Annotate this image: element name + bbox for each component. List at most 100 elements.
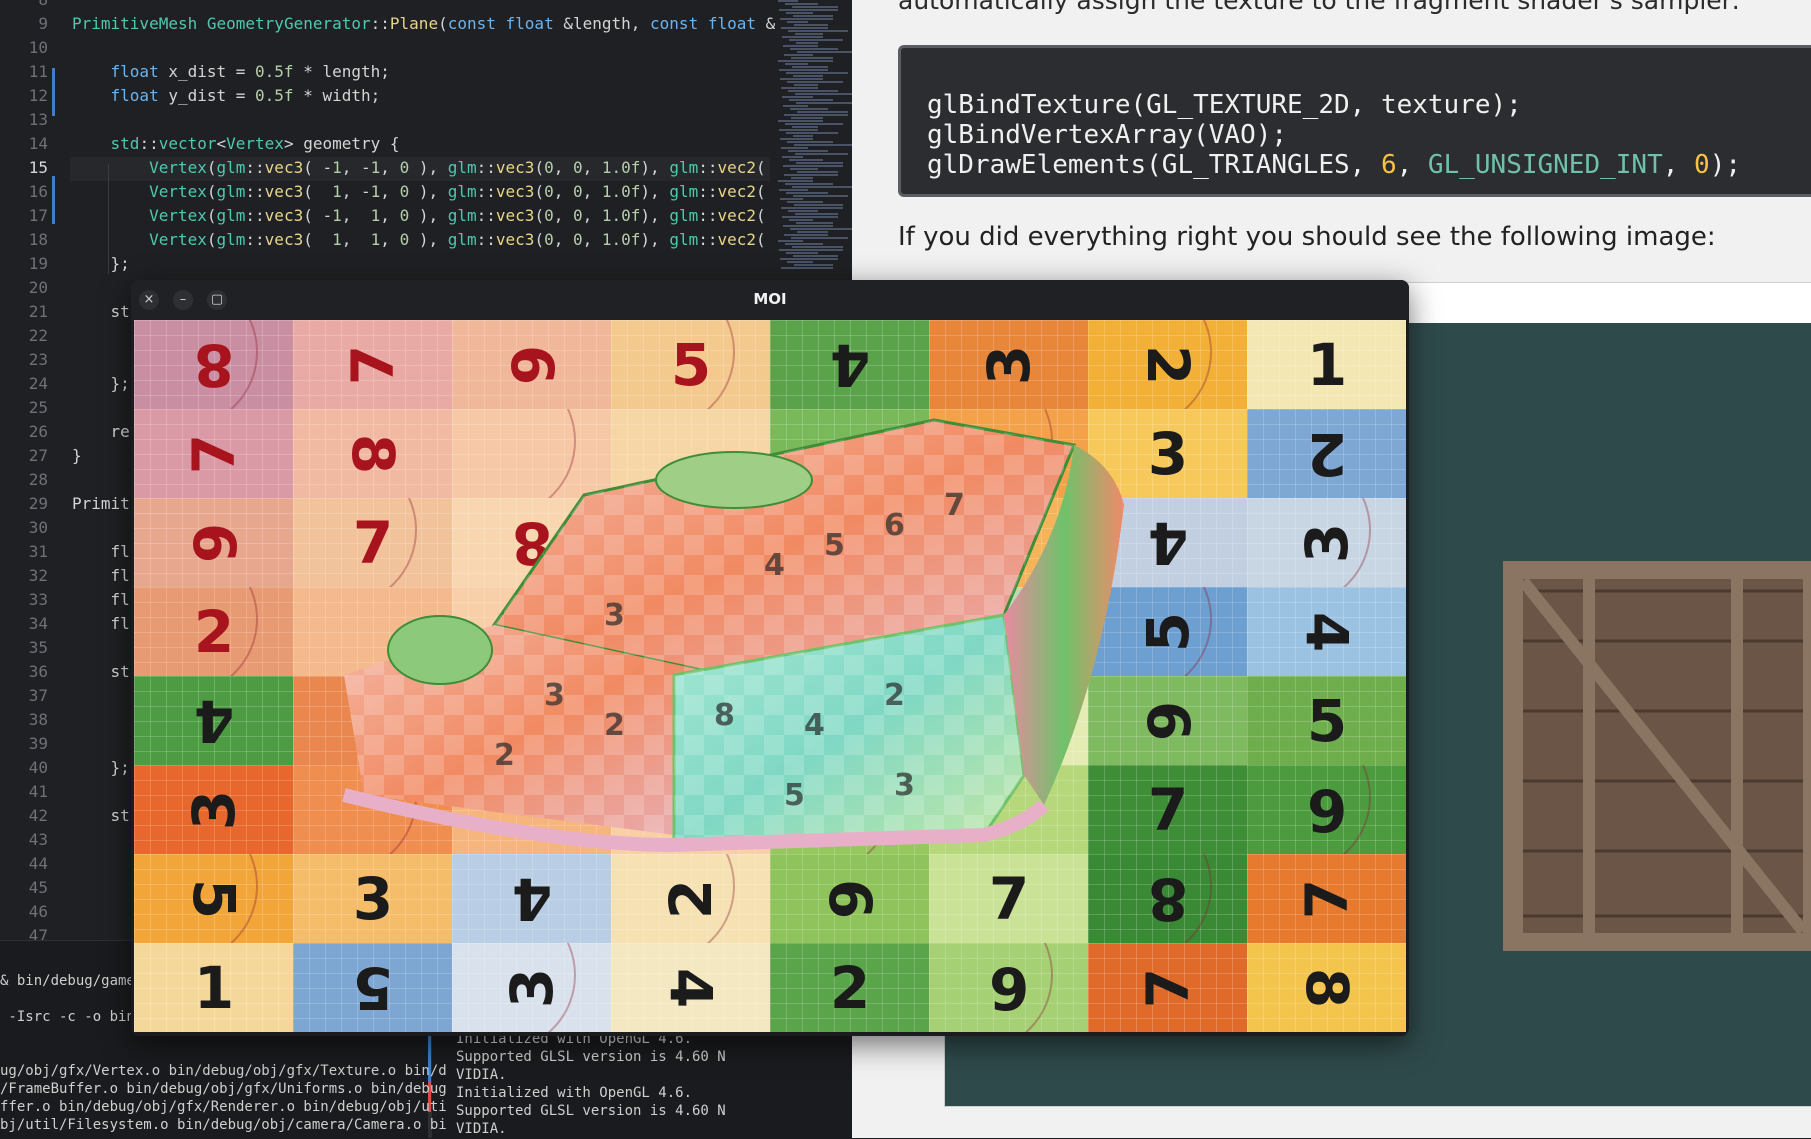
minimap-line <box>781 87 818 89</box>
texture-tile: 1 <box>134 943 293 1032</box>
doc-code-block[interactable]: glBindTexture(GL_TEXTURE_2D, texture); g… <box>898 45 1811 197</box>
minimap-line <box>781 27 828 29</box>
line-number: 25 <box>28 398 48 417</box>
minimap-line <box>779 129 818 131</box>
line-number: 40 <box>28 758 48 777</box>
code-line: float x_dist = 0.5f * length; <box>110 62 390 81</box>
svg-text:3: 3 <box>604 598 625 633</box>
window-titlebar[interactable]: × – ▢ MOI <box>131 280 1409 320</box>
texture-digit: 3 <box>498 967 566 1009</box>
line-number: 36 <box>28 662 48 681</box>
minimap-line <box>792 186 853 188</box>
minimap-line <box>789 39 843 41</box>
minimap-line <box>792 246 843 248</box>
minimap-line <box>784 114 848 116</box>
render-viewport[interactable]: 8765432178326784325446537653426787153426… <box>134 320 1406 1033</box>
doc-result-text: If you did everything right you should s… <box>898 222 1716 252</box>
line-number: 17 <box>28 206 48 225</box>
textured-3d-model: 4567 3322 8 4235 <box>342 418 1124 853</box>
minimap-line <box>789 159 823 161</box>
terminal-line: Initialized with OpenGL 4.6. <box>456 1085 693 1101</box>
terminal-line: -Isrc -c -o bin <box>0 1009 135 1025</box>
svg-text:2: 2 <box>494 738 515 773</box>
crate-texture <box>1503 561 1811 951</box>
minimap-line <box>787 21 808 23</box>
minimap-line <box>787 81 843 83</box>
terminal-line: Supported GLSL version is 4.60 N <box>456 1049 726 1065</box>
minimap-line <box>797 51 858 53</box>
svg-text:2: 2 <box>884 678 905 713</box>
minimap-line <box>795 213 838 215</box>
line-number: 18 <box>28 230 48 249</box>
texture-digit: 2 <box>829 954 871 1022</box>
texture-digit: 4 <box>1293 611 1361 653</box>
modified-lines-marker <box>52 176 55 224</box>
minimap[interactable] <box>778 0 858 280</box>
minimap-line <box>788 30 848 32</box>
texture-tile: 4 <box>611 943 770 1032</box>
minimap-line <box>791 117 823 119</box>
moi-app-window[interactable]: × – ▢ MOI 876543217832678432544653765342… <box>131 280 1409 1036</box>
code-separator: , <box>1662 150 1695 180</box>
texture-tile: 5 <box>293 943 452 1032</box>
svg-text:8: 8 <box>714 698 735 733</box>
minimap-line <box>789 219 813 221</box>
line-number: 34 <box>28 614 48 633</box>
minimap-line <box>785 63 808 65</box>
line-number: 9 <box>38 14 48 33</box>
minimap-line <box>796 162 843 164</box>
line-number: 42 <box>28 806 48 825</box>
texture-digit: 7 <box>1134 967 1202 1009</box>
terminal-line: ug/obj/gfx/Vertex.o bin/debug/obj/gfx/Te… <box>0 1063 447 1079</box>
line-number: 35 <box>28 638 48 657</box>
minimap-line <box>794 204 843 206</box>
texture-tile: 5 <box>1247 676 1406 765</box>
svg-text:7: 7 <box>944 488 965 523</box>
wooden-crate-image <box>1503 561 1811 951</box>
svg-text:2: 2 <box>604 708 625 743</box>
minimap-line <box>788 210 818 212</box>
terminal-line: ffer.o bin/debug/obj/gfx/Renderer.o bin/… <box>0 1099 447 1115</box>
minimap-line <box>782 216 838 218</box>
texture-digit: 6 <box>1306 776 1348 844</box>
line-number: 20 <box>28 278 48 297</box>
code-line-2: glBindVertexArray(VAO); <box>927 120 1288 150</box>
line-number: 8 <box>0 0 48 12</box>
minimap-line <box>795 93 858 95</box>
minimap-line <box>780 78 823 80</box>
minimap-line <box>779 69 828 71</box>
minimap-line <box>782 36 823 38</box>
doc-intro-text: automatically assign the texture to the … <box>898 0 1740 15</box>
texture-tile: 1 <box>1247 320 1406 409</box>
minimap-line <box>787 261 813 263</box>
terminal-line: /FrameBuffer.o bin/debug/obj/gfx/Uniform… <box>0 1081 447 1097</box>
window-title: MOI <box>753 290 787 308</box>
texture-tile: 8 <box>1247 943 1406 1032</box>
line-number: 44 <box>28 854 48 873</box>
texture-digit: 1 <box>193 954 235 1022</box>
minimap-line <box>791 237 848 239</box>
code-line: Vertex(glm::vec3( 1, -1, 0 ), glm::vec3(… <box>149 182 766 201</box>
line-number: 39 <box>28 734 48 753</box>
line-number: 27 <box>28 446 48 465</box>
code-suffix: ); <box>1709 150 1742 180</box>
line-number: 22 <box>28 326 48 345</box>
texture-tile: 4 <box>1247 587 1406 676</box>
line-number: 29 <box>28 494 48 513</box>
line-number: 31 <box>28 542 48 561</box>
minimap-line <box>788 150 828 152</box>
line-number: 23 <box>28 350 48 369</box>
code-line-1: glBindTexture(GL_TEXTURE_2D, texture); <box>927 90 1522 120</box>
texture-tile: 6 <box>1247 765 1406 854</box>
terminal-line: VIDIA. <box>456 1121 507 1137</box>
minimap-line <box>787 201 823 203</box>
line-number: 10 <box>28 38 48 57</box>
minimap-line <box>781 267 833 269</box>
minimap-line <box>793 15 833 17</box>
code-constant: GL_UNSIGNED_INT <box>1427 150 1663 180</box>
minimap-line <box>793 195 848 197</box>
line-number: 32 <box>28 566 48 585</box>
minimap-line <box>792 66 828 68</box>
code-line: PrimitiveMesh GeometryGenerator::Plane(c… <box>72 14 776 33</box>
